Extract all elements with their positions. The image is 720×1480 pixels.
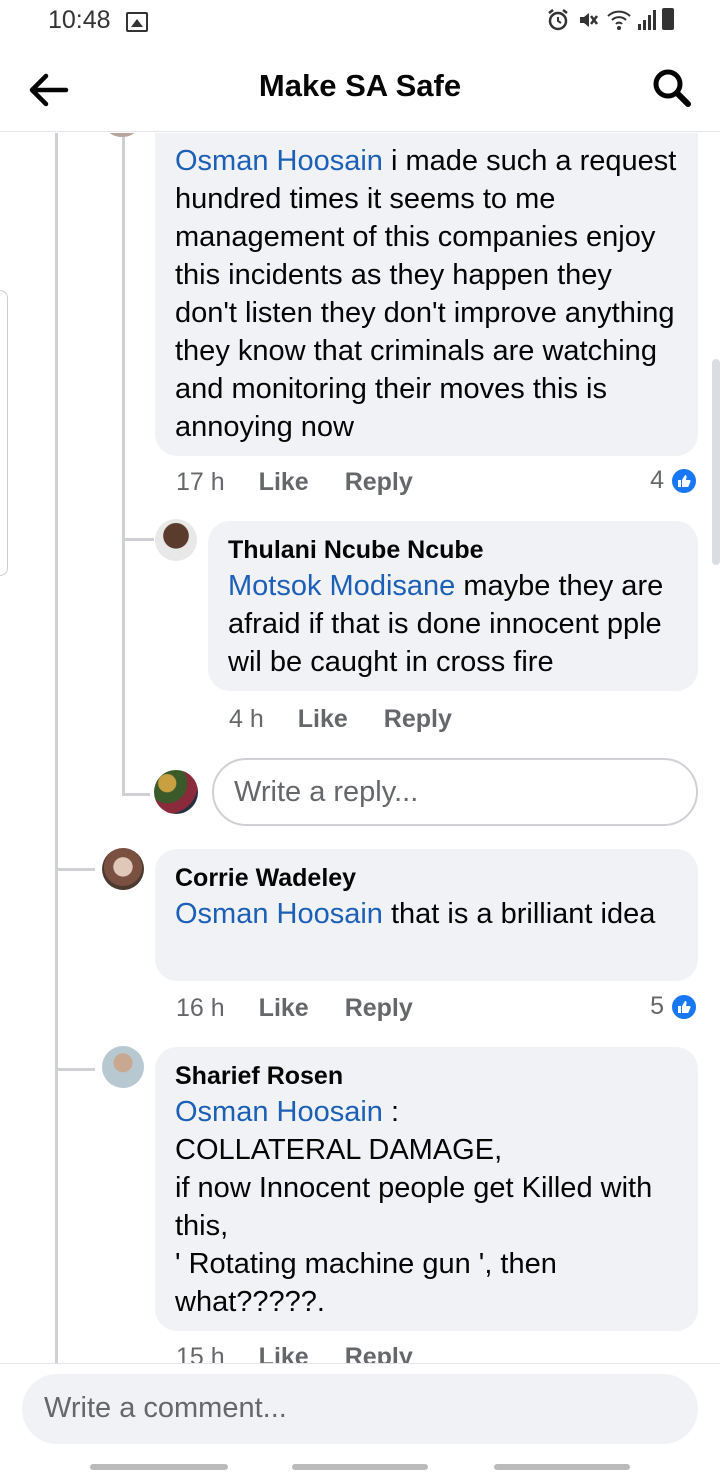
- like-button[interactable]: Like: [298, 705, 348, 734]
- author-name[interactable]: Thulani Ncube Ncube: [228, 533, 678, 567]
- mention-link[interactable]: Osman Hoosain: [175, 145, 383, 177]
- wifi-icon: [607, 10, 631, 30]
- comment-body: i made such a request hundred times it s…: [175, 145, 677, 443]
- thumbs-up-icon: [670, 466, 698, 495]
- reply-button[interactable]: Reply: [345, 1343, 413, 1363]
- comment-time[interactable]: 17 h: [176, 468, 225, 497]
- reaction-number: 5: [650, 992, 664, 1020]
- comment-bubble: Sharief Rosen Osman Hoosain : COLLATERAL…: [155, 1047, 698, 1331]
- thread-line: [55, 133, 58, 1363]
- mute-icon: [580, 13, 598, 27]
- avatar[interactable]: [155, 519, 197, 561]
- reply-actions: 4 h Like Reply: [229, 705, 488, 734]
- comment-composer: Write a comment...: [0, 1363, 720, 1480]
- like-button[interactable]: Like: [259, 468, 309, 497]
- comment-body: that is a brilliant idea: [382, 898, 656, 930]
- signal-icon: [638, 8, 656, 30]
- search-button[interactable]: [648, 64, 696, 112]
- avatar[interactable]: [102, 1046, 144, 1088]
- reply-button[interactable]: Reply: [384, 705, 452, 734]
- reaction-number: 4: [650, 466, 664, 494]
- scrollbar[interactable]: [712, 359, 720, 565]
- like-button[interactable]: Like: [259, 1343, 309, 1363]
- reply-bubble: Thulani Ncube Ncube Motsok Modisane mayb…: [208, 521, 698, 691]
- status-time: 10:48: [48, 6, 111, 34]
- search-icon: [653, 69, 691, 107]
- app-bar: Make SA Safe: [0, 48, 720, 132]
- mention-link[interactable]: Motsok Modisane: [228, 570, 455, 602]
- page-title: Make SA Safe: [258, 68, 462, 103]
- nav-bar-indicator: [292, 1464, 428, 1470]
- comment-text: Motsok Modisane maybe they are afraid if…: [228, 567, 678, 681]
- comment-time[interactable]: 15 h: [176, 1343, 225, 1363]
- battery-icon: [662, 8, 674, 30]
- nav-bar-indicator: [494, 1464, 630, 1470]
- comment-text: Osman Hoosain : COLLATERAL DAMAGE, if no…: [175, 1093, 678, 1321]
- left-edge-handle: [0, 290, 8, 576]
- author-name[interactable]: Sharief Rosen: [175, 1059, 678, 1093]
- comment-time[interactable]: 4 h: [229, 705, 264, 734]
- like-button[interactable]: Like: [259, 994, 309, 1023]
- status-icons: [546, 8, 674, 32]
- comment-input[interactable]: Write a comment...: [22, 1374, 698, 1444]
- my-avatar[interactable]: [154, 770, 198, 814]
- comment-connector: [55, 868, 95, 871]
- thumbs-up-icon: [670, 992, 698, 1021]
- reply-connector: [122, 793, 150, 796]
- alarm-icon: [548, 9, 568, 31]
- reply-connector: [122, 538, 154, 541]
- comment-text: Osman Hoosain i made such a request hund…: [175, 142, 678, 446]
- mention-link[interactable]: Osman Hoosain: [175, 1096, 383, 1128]
- comment-bubble: Osman Hoosain i made such a request hund…: [155, 133, 698, 456]
- reaction-count[interactable]: 5: [650, 992, 698, 1021]
- reaction-count[interactable]: 4: [650, 466, 698, 495]
- comment-bubble: Corrie Wadeley Osman Hoosain that is a b…: [155, 849, 698, 981]
- status-bar: 10:48: [0, 0, 720, 48]
- reply-thread-line: [122, 133, 125, 793]
- comment-time[interactable]: 16 h: [176, 994, 225, 1023]
- author-name[interactable]: Corrie Wadeley: [175, 861, 678, 895]
- reply-button[interactable]: Reply: [345, 994, 413, 1023]
- avatar[interactable]: [102, 848, 144, 890]
- comment-actions: 17 h Like Reply: [176, 468, 449, 497]
- reply-input[interactable]: Write a reply...: [212, 758, 698, 826]
- reply-button[interactable]: Reply: [345, 468, 413, 497]
- gallery-notification-icon: [126, 12, 148, 32]
- comment-actions: 16 h Like Reply: [176, 994, 449, 1023]
- nav-bar-indicator: [90, 1464, 228, 1470]
- comment-body: : COLLATERAL DAMAGE, if now Innocent peo…: [175, 1096, 653, 1318]
- mention-link[interactable]: Osman Hoosain: [175, 898, 383, 930]
- comment-connector: [55, 1068, 95, 1071]
- comments-feed[interactable]: Osman Hoosain i made such a request hund…: [0, 133, 720, 1363]
- avatar[interactable]: [108, 133, 136, 137]
- comment-actions: 15 h Like Reply: [176, 1343, 449, 1363]
- comment-text: Osman Hoosain that is a brilliant idea: [175, 895, 678, 933]
